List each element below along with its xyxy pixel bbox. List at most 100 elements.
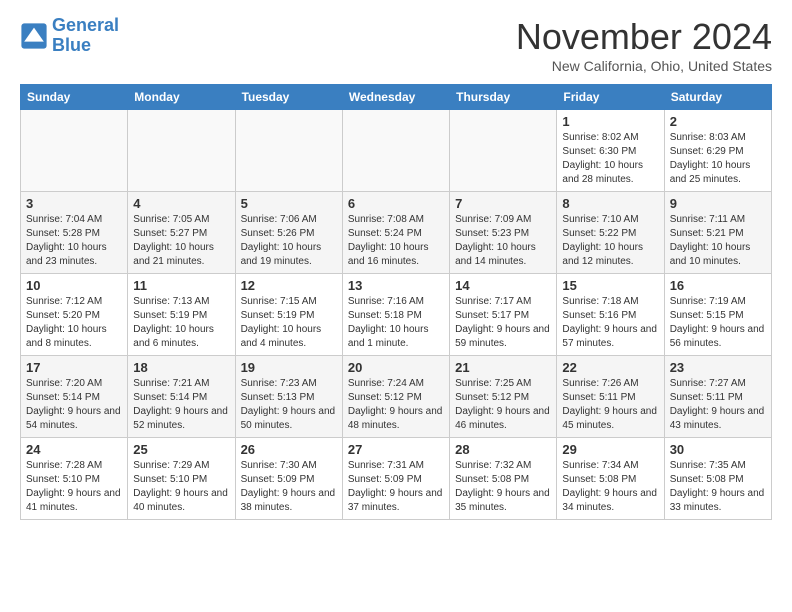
calendar-day-cell: 9 Sunrise: 7:11 AM Sunset: 5:21 PM Daylig…	[664, 192, 771, 274]
day-number: 10	[26, 278, 122, 293]
calendar-day-cell: 29 Sunrise: 7:34 AM Sunset: 5:08 PM Dayli…	[557, 438, 664, 520]
day-number: 22	[562, 360, 658, 375]
calendar-day-cell	[235, 110, 342, 192]
calendar-day-cell: 4 Sunrise: 7:05 AM Sunset: 5:27 PM Daylig…	[128, 192, 235, 274]
header: General Blue November 2024 New Californi…	[20, 16, 772, 74]
calendar-week-row: 10 Sunrise: 7:12 AM Sunset: 5:20 PM Dayli…	[21, 274, 772, 356]
calendar-day-cell: 28 Sunrise: 7:32 AM Sunset: 5:08 PM Dayli…	[450, 438, 557, 520]
calendar-day-cell	[342, 110, 449, 192]
calendar-day-cell: 10 Sunrise: 7:12 AM Sunset: 5:20 PM Dayli…	[21, 274, 128, 356]
calendar-day-cell: 5Sunrise: 7:06 AM Sunset: 5:26 PM Daylig…	[235, 192, 342, 274]
day-number: 16	[670, 278, 766, 293]
calendar-day-cell: 6 Sunrise: 7:08 AM Sunset: 5:24 PM Daylig…	[342, 192, 449, 274]
day-number: 12	[241, 278, 337, 293]
title-block: November 2024 New California, Ohio, Unit…	[516, 16, 772, 74]
day-number: 25	[133, 442, 229, 457]
calendar-day-cell: 8 Sunrise: 7:10 AM Sunset: 5:22 PM Daylig…	[557, 192, 664, 274]
day-info: Sunrise: 7:15 AM Sunset: 5:19 PM Dayligh…	[241, 295, 337, 351]
calendar-day-cell: 13 Sunrise: 7:16 AM Sunset: 5:18 PM Dayli…	[342, 274, 449, 356]
calendar-day-cell	[21, 110, 128, 192]
calendar-day-cell: 17 Sunrise: 7:20 AM Sunset: 5:14 PM Dayli…	[21, 356, 128, 438]
weekday-header-cell: Monday	[128, 85, 235, 110]
calendar-day-cell: 19 Sunrise: 7:23 AM Sunset: 5:13 PM Dayli…	[235, 356, 342, 438]
day-number: 1	[562, 114, 658, 129]
day-number: 30	[670, 442, 766, 457]
calendar-week-row: 1 Sunrise: 8:02 AM Sunset: 6:30 PM Daylig…	[21, 110, 772, 192]
calendar-day-cell: 25 Sunrise: 7:29 AM Sunset: 5:10 PM Dayli…	[128, 438, 235, 520]
day-number: 28	[455, 442, 551, 457]
location: New California, Ohio, United States	[516, 58, 772, 74]
day-number: 29	[562, 442, 658, 457]
logo-text: General Blue	[52, 16, 119, 56]
calendar-day-cell: 7 Sunrise: 7:09 AM Sunset: 5:23 PM Daylig…	[450, 192, 557, 274]
day-number: 18	[133, 360, 229, 375]
logo-line1: General	[52, 15, 119, 35]
calendar-day-cell: 3Sunrise: 7:04 AM Sunset: 5:28 PM Daylig…	[21, 192, 128, 274]
day-number: 19	[241, 360, 337, 375]
day-info: Sunrise: 7:17 AM Sunset: 5:17 PM Dayligh…	[455, 295, 551, 351]
day-info: Sunrise: 7:05 AM Sunset: 5:27 PM Dayligh…	[133, 213, 229, 269]
day-number: 2	[670, 114, 766, 129]
logo: General Blue	[20, 16, 119, 56]
calendar-day-cell: 24Sunrise: 7:28 AM Sunset: 5:10 PM Dayli…	[21, 438, 128, 520]
weekday-header-cell: Friday	[557, 85, 664, 110]
weekday-header-cell: Saturday	[664, 85, 771, 110]
calendar-week-row: 3Sunrise: 7:04 AM Sunset: 5:28 PM Daylig…	[21, 192, 772, 274]
day-info: Sunrise: 7:23 AM Sunset: 5:13 PM Dayligh…	[241, 377, 337, 433]
day-info: Sunrise: 7:29 AM Sunset: 5:10 PM Dayligh…	[133, 459, 229, 515]
day-number: 13	[348, 278, 444, 293]
day-number: 7	[455, 196, 551, 211]
calendar-week-row: 17 Sunrise: 7:20 AM Sunset: 5:14 PM Dayli…	[21, 356, 772, 438]
day-info: Sunrise: 7:32 AM Sunset: 5:08 PM Dayligh…	[455, 459, 551, 515]
calendar-week-row: 24Sunrise: 7:28 AM Sunset: 5:10 PM Dayli…	[21, 438, 772, 520]
day-info: Sunrise: 7:34 AM Sunset: 5:08 PM Dayligh…	[562, 459, 658, 515]
day-info: Sunrise: 7:16 AM Sunset: 5:18 PM Dayligh…	[348, 295, 444, 351]
day-number: 14	[455, 278, 551, 293]
logo-icon	[20, 22, 48, 50]
day-info: Sunrise: 7:08 AM Sunset: 5:24 PM Dayligh…	[348, 213, 444, 269]
weekday-header-cell: Thursday	[450, 85, 557, 110]
day-number: 23	[670, 360, 766, 375]
calendar-day-cell: 18Sunrise: 7:21 AM Sunset: 5:14 PM Dayli…	[128, 356, 235, 438]
day-info: Sunrise: 7:04 AM Sunset: 5:28 PM Dayligh…	[26, 213, 122, 269]
day-number: 8	[562, 196, 658, 211]
day-info: Sunrise: 7:09 AM Sunset: 5:23 PM Dayligh…	[455, 213, 551, 269]
calendar-day-cell: 21Sunrise: 7:25 AM Sunset: 5:12 PM Dayli…	[450, 356, 557, 438]
calendar-day-cell: 16 Sunrise: 7:19 AM Sunset: 5:15 PM Dayli…	[664, 274, 771, 356]
day-number: 6	[348, 196, 444, 211]
logo-line2: Blue	[52, 35, 91, 55]
day-info: Sunrise: 7:28 AM Sunset: 5:10 PM Dayligh…	[26, 459, 122, 515]
day-number: 11	[133, 278, 229, 293]
day-info: Sunrise: 7:19 AM Sunset: 5:15 PM Dayligh…	[670, 295, 766, 351]
day-number: 27	[348, 442, 444, 457]
calendar-day-cell: 12 Sunrise: 7:15 AM Sunset: 5:19 PM Dayli…	[235, 274, 342, 356]
day-info: Sunrise: 7:25 AM Sunset: 5:12 PM Dayligh…	[455, 377, 551, 433]
calendar-day-cell	[450, 110, 557, 192]
calendar-day-cell: 23Sunrise: 7:27 AM Sunset: 5:11 PM Dayli…	[664, 356, 771, 438]
weekday-header-cell: Tuesday	[235, 85, 342, 110]
day-number: 26	[241, 442, 337, 457]
day-number: 9	[670, 196, 766, 211]
day-info: Sunrise: 7:13 AM Sunset: 5:19 PM Dayligh…	[133, 295, 229, 351]
calendar-day-cell	[128, 110, 235, 192]
day-info: Sunrise: 7:10 AM Sunset: 5:22 PM Dayligh…	[562, 213, 658, 269]
calendar-day-cell: 20Sunrise: 7:24 AM Sunset: 5:12 PM Dayli…	[342, 356, 449, 438]
day-info: Sunrise: 7:06 AM Sunset: 5:26 PM Dayligh…	[241, 213, 337, 269]
day-info: Sunrise: 8:02 AM Sunset: 6:30 PM Dayligh…	[562, 131, 658, 187]
day-info: Sunrise: 7:30 AM Sunset: 5:09 PM Dayligh…	[241, 459, 337, 515]
day-info: Sunrise: 8:03 AM Sunset: 6:29 PM Dayligh…	[670, 131, 766, 187]
calendar-day-cell: 14 Sunrise: 7:17 AM Sunset: 5:17 PM Dayli…	[450, 274, 557, 356]
calendar-day-cell: 15Sunrise: 7:18 AM Sunset: 5:16 PM Dayli…	[557, 274, 664, 356]
day-number: 15	[562, 278, 658, 293]
day-info: Sunrise: 7:35 AM Sunset: 5:08 PM Dayligh…	[670, 459, 766, 515]
calendar-day-cell: 22 Sunrise: 7:26 AM Sunset: 5:11 PM Dayli…	[557, 356, 664, 438]
calendar-day-cell: 11 Sunrise: 7:13 AM Sunset: 5:19 PM Dayli…	[128, 274, 235, 356]
day-info: Sunrise: 7:20 AM Sunset: 5:14 PM Dayligh…	[26, 377, 122, 433]
month-title: November 2024	[516, 16, 772, 58]
day-info: Sunrise: 7:12 AM Sunset: 5:20 PM Dayligh…	[26, 295, 122, 351]
day-number: 20	[348, 360, 444, 375]
day-info: Sunrise: 7:26 AM Sunset: 5:11 PM Dayligh…	[562, 377, 658, 433]
day-number: 4	[133, 196, 229, 211]
day-number: 17	[26, 360, 122, 375]
day-info: Sunrise: 7:11 AM Sunset: 5:21 PM Dayligh…	[670, 213, 766, 269]
